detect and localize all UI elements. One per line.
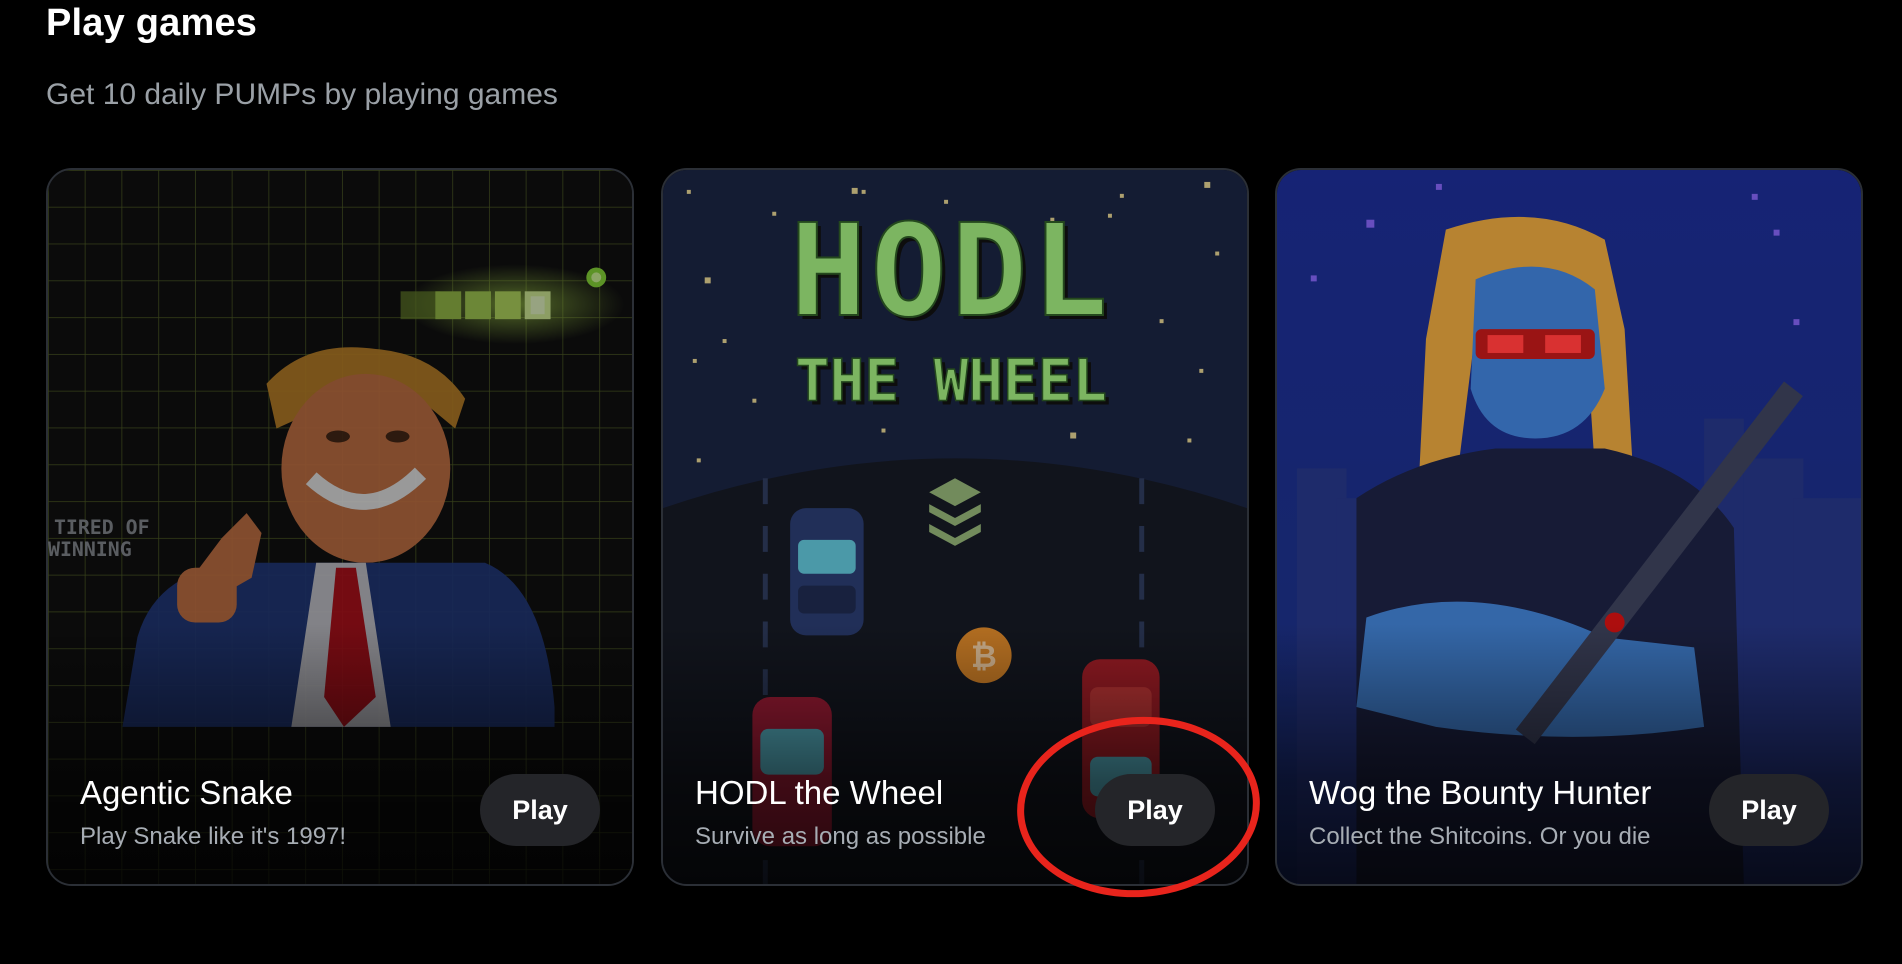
page-title: Play games — [46, 2, 258, 44]
card-title: Agentic Snake — [80, 774, 293, 811]
game-card-hodl-the-wheel[interactable]: HODL HODL THE WHEEL THE WHEEL ₿ HODL — [661, 168, 1249, 886]
card-description: Collect the Shitcoins. Or you die — [1309, 823, 1651, 850]
card-title: HODL the Wheel — [695, 774, 944, 811]
play-button-wog-the-bounty-hunter[interactable]: Play — [1709, 774, 1829, 846]
play-button-agentic-snake[interactable]: Play — [480, 774, 600, 846]
card-description: Survive as long as possible — [695, 823, 986, 850]
card-title: Wog the Bounty Hunter — [1309, 774, 1652, 811]
page-subtitle: Get 10 daily PUMPs by playing games — [46, 78, 558, 111]
play-button-hodl-the-wheel[interactable]: Play — [1095, 774, 1215, 846]
game-card-wog-the-bounty-hunter[interactable]: Wog the Bounty Hunter Collect the Shitco… — [1275, 168, 1863, 886]
card-description: Play Snake like it's 1997! — [80, 823, 347, 850]
game-card-agentic-snake[interactable]: TIRED OF WINNING Agentic Snake Play Snak… — [46, 168, 634, 886]
